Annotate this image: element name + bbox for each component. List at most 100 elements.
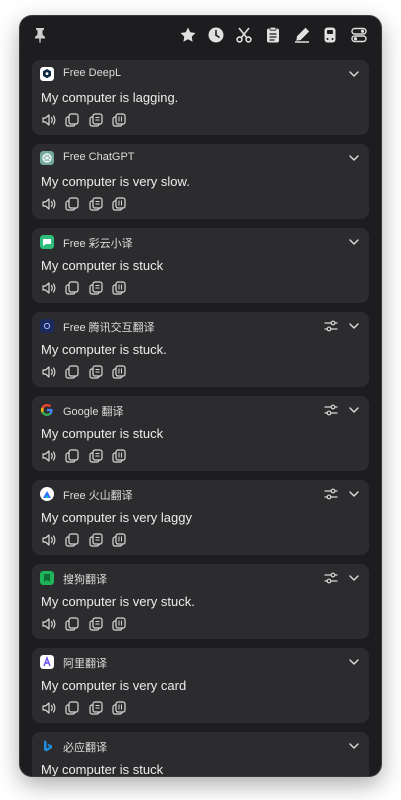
copy-source-icon[interactable] bbox=[88, 700, 104, 716]
speaker-icon[interactable] bbox=[41, 616, 57, 632]
speaker-icon[interactable] bbox=[41, 196, 57, 212]
translation-text: My computer is stuck. bbox=[41, 342, 167, 357]
copy-both-icon[interactable] bbox=[111, 616, 127, 632]
speaker-icon[interactable] bbox=[41, 112, 57, 128]
result-card: 阿里翻译 My computer is very card bbox=[32, 648, 369, 723]
result-card: Free 火山翻译 My computer is very laggy bbox=[32, 480, 369, 555]
copy-both-icon[interactable] bbox=[111, 532, 127, 548]
translation-text: My computer is lagging. bbox=[41, 90, 179, 105]
caiyun-logo-icon bbox=[40, 235, 54, 249]
bookmark-icon[interactable] bbox=[319, 24, 341, 46]
copy-source-icon[interactable] bbox=[88, 448, 104, 464]
card-header[interactable]: Free DeepL bbox=[32, 60, 369, 88]
copy-both-icon[interactable] bbox=[111, 280, 127, 296]
chevron-down-icon[interactable] bbox=[347, 487, 361, 501]
result-card: 必应翻译 My computer is stuck bbox=[32, 732, 369, 776]
service-name: Free 腾讯交互翻译 bbox=[63, 322, 155, 334]
card-header[interactable]: Free 彩云小译 bbox=[32, 228, 369, 256]
copy-source-icon[interactable] bbox=[88, 532, 104, 548]
translation-text: My computer is very stuck. bbox=[41, 594, 195, 609]
service-name: Free ChatGPT bbox=[63, 151, 135, 163]
service-name: 必应翻译 bbox=[63, 742, 107, 754]
service-settings-icon[interactable] bbox=[323, 318, 339, 334]
result-card: Google 翻译 My computer is stuck bbox=[32, 396, 369, 471]
card-header[interactable]: Free ChatGPT bbox=[32, 144, 369, 172]
chevron-down-icon[interactable] bbox=[347, 571, 361, 585]
translation-text: My computer is stuck bbox=[41, 426, 164, 441]
card-header[interactable]: 搜狗翻译 bbox=[32, 564, 369, 592]
service-settings-icon[interactable] bbox=[323, 570, 339, 586]
translation-text: My computer is very card bbox=[41, 678, 187, 693]
copy-icon[interactable] bbox=[64, 364, 80, 380]
translation-text: My computer is very laggy bbox=[41, 510, 192, 525]
result-card: Free ChatGPT My computer is very slow. bbox=[32, 144, 369, 219]
chevron-down-icon[interactable] bbox=[347, 739, 361, 753]
copy-icon[interactable] bbox=[64, 700, 80, 716]
result-card: Free 腾讯交互翻译 My computer is stuck. bbox=[32, 312, 369, 387]
copy-source-icon[interactable] bbox=[88, 364, 104, 380]
card-header[interactable]: 必应翻译 bbox=[32, 732, 369, 760]
copy-icon[interactable] bbox=[64, 448, 80, 464]
copy-icon[interactable] bbox=[64, 616, 80, 632]
chevron-down-icon[interactable] bbox=[347, 67, 361, 81]
deepl-logo-icon bbox=[40, 67, 54, 81]
copy-both-icon[interactable] bbox=[111, 448, 127, 464]
speaker-icon[interactable] bbox=[41, 532, 57, 548]
pin-icon[interactable] bbox=[29, 24, 51, 46]
copy-both-icon[interactable] bbox=[111, 112, 127, 128]
copy-icon[interactable] bbox=[64, 532, 80, 548]
service-name: 搜狗翻译 bbox=[63, 574, 107, 586]
copy-source-icon[interactable] bbox=[88, 112, 104, 128]
toggle-settings-icon[interactable] bbox=[348, 24, 370, 46]
speaker-icon[interactable] bbox=[41, 280, 57, 296]
result-card: 搜狗翻译 My computer is very stuck. bbox=[32, 564, 369, 639]
card-header[interactable]: Google 翻译 bbox=[32, 396, 369, 424]
copy-both-icon[interactable] bbox=[111, 196, 127, 212]
bing-logo-icon bbox=[40, 739, 54, 753]
service-settings-icon[interactable] bbox=[323, 486, 339, 502]
translation-text: My computer is very slow. bbox=[41, 174, 190, 189]
translator-window: Free DeepL My computer is lagging. Free Ch… bbox=[20, 16, 381, 776]
chevron-down-icon[interactable] bbox=[347, 655, 361, 669]
speaker-icon[interactable] bbox=[41, 448, 57, 464]
service-name: 阿里翻译 bbox=[63, 658, 107, 670]
sogou-logo-icon bbox=[40, 571, 54, 585]
highlighter-icon[interactable] bbox=[291, 24, 313, 46]
chevron-down-icon[interactable] bbox=[347, 151, 361, 165]
copy-source-icon[interactable] bbox=[88, 616, 104, 632]
star-icon[interactable] bbox=[177, 24, 199, 46]
chevron-down-icon[interactable] bbox=[347, 319, 361, 333]
copy-source-icon[interactable] bbox=[88, 196, 104, 212]
translation-text: My computer is stuck bbox=[41, 762, 164, 776]
scissors-icon[interactable] bbox=[233, 24, 255, 46]
card-header[interactable]: Free 火山翻译 bbox=[32, 480, 369, 508]
history-icon[interactable] bbox=[205, 24, 227, 46]
copy-both-icon[interactable] bbox=[111, 700, 127, 716]
copy-icon[interactable] bbox=[64, 112, 80, 128]
toolbar bbox=[20, 16, 381, 56]
chevron-down-icon[interactable] bbox=[347, 403, 361, 417]
tencent-logo-icon bbox=[40, 319, 54, 333]
copy-both-icon[interactable] bbox=[111, 364, 127, 380]
volcano-logo-icon bbox=[40, 487, 54, 501]
results-list: Free DeepL My computer is lagging. Free Ch… bbox=[32, 60, 369, 776]
service-name: Free 彩云小译 bbox=[63, 238, 133, 250]
result-card: Free 彩云小译 My computer is stuck bbox=[32, 228, 369, 303]
service-name: Free 火山翻译 bbox=[63, 490, 133, 502]
copy-icon[interactable] bbox=[64, 196, 80, 212]
speaker-icon[interactable] bbox=[41, 364, 57, 380]
copy-icon[interactable] bbox=[64, 280, 80, 296]
service-name: Google 翻译 bbox=[63, 406, 124, 418]
card-header[interactable]: 阿里翻译 bbox=[32, 648, 369, 676]
result-card: Free DeepL My computer is lagging. bbox=[32, 60, 369, 135]
chevron-down-icon[interactable] bbox=[347, 235, 361, 249]
alibaba-logo-icon bbox=[40, 655, 54, 669]
service-name: Free DeepL bbox=[63, 67, 122, 79]
copy-source-icon[interactable] bbox=[88, 280, 104, 296]
card-header[interactable]: Free 腾讯交互翻译 bbox=[32, 312, 369, 340]
service-settings-icon[interactable] bbox=[323, 402, 339, 418]
clipboard-icon[interactable] bbox=[262, 24, 284, 46]
speaker-icon[interactable] bbox=[41, 700, 57, 716]
translation-text: My computer is stuck bbox=[41, 258, 164, 273]
google-logo-icon bbox=[40, 403, 54, 417]
